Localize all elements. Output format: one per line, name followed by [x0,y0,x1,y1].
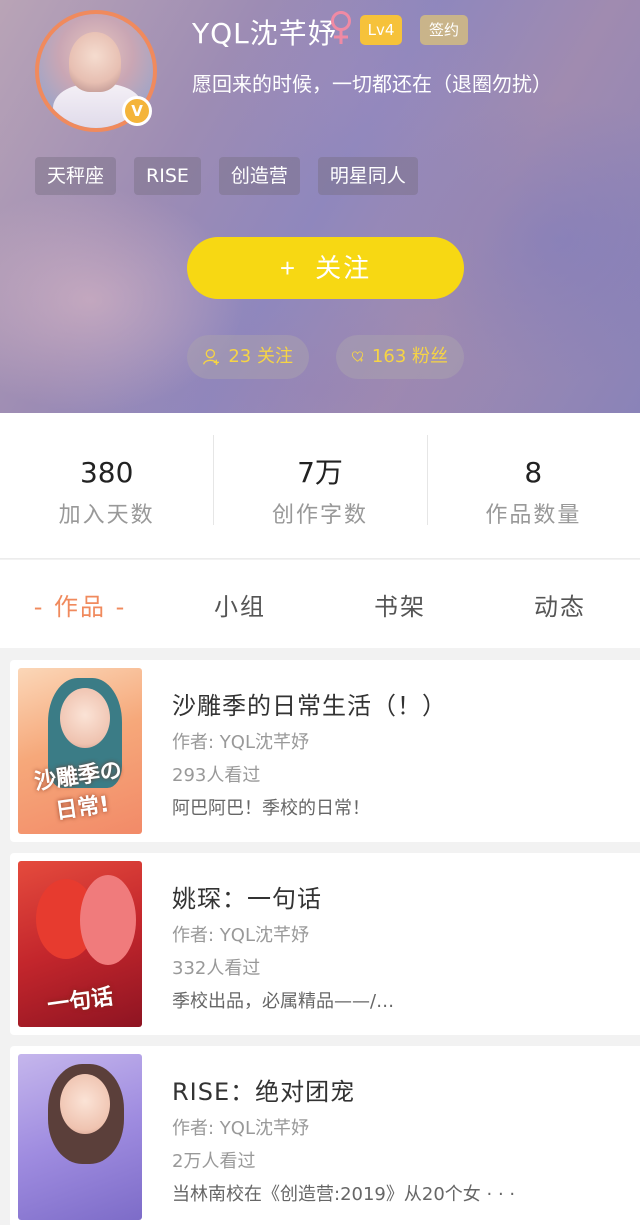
fans-count: 163 粉丝 [371,346,448,367]
level-badge: Lv4 [360,15,402,45]
tag-item[interactable]: 天秤座 [35,157,117,195]
tab-activity[interactable]: 动态 [480,587,640,622]
work-author: 作者: YQL沈芊妤 [172,732,309,753]
profile-tags: 天秤座 RISE 创造营 明星同人 [35,157,418,195]
work-description: 季校出品，必属精品——/… [172,991,395,1012]
cover-text: 沙雕季の日常! [32,758,124,825]
following-count-button[interactable]: 23 关注 [187,335,309,379]
fans-count-button[interactable]: 163 粉丝 [336,335,464,379]
cover-art [80,875,136,965]
tag-item[interactable]: 创造营 [218,157,300,195]
follow-label: 关注 [315,253,372,283]
profile-tabs: - 作品 - 小组 书架 动态 [0,560,640,648]
work-description: 当林南校在《创造营:2019》从20个女 · · · [172,1184,516,1205]
profile-header: V YQL沈芊妤 Lv4 签约 愿回来的时候，一切都还在（退圈勿扰） 天秤座 R… [0,0,640,413]
tab-bookshelf[interactable]: 书架 [320,587,480,622]
tag-item[interactable]: 明星同人 [317,157,418,195]
stat-value: 7万 [297,455,343,489]
works-list: 沙雕季の日常! 沙雕季的日常生活（！） 作者: YQL沈芊妤 293人看过 阿巴… [10,660,640,1225]
work-views: 293人看过 [172,765,261,786]
stats-bar: 380 加入天数 7万 创作字数 8 作品数量 [0,413,640,559]
work-title: 沙雕季的日常生活（！） [172,692,447,720]
stat-join-days: 380 加入天数 [0,443,213,529]
work-author: 作者: YQL沈芊妤 [172,1118,309,1139]
tab-works[interactable]: - 作品 - [0,587,160,622]
following-count: 23 关注 [228,346,293,367]
add-user-icon [203,348,220,366]
profile-bio: 愿回来的时候，一切都还在（退圈勿扰） [192,72,552,96]
stat-word-count: 7万 创作字数 [213,434,426,529]
cover-art [60,1074,110,1134]
work-views: 2万人看过 [172,1151,256,1172]
stat-label: 加入天数 [58,502,155,528]
work-description: 阿巴阿巴！季校的日常！ [172,798,370,819]
work-card[interactable]: RISE：绝对团宠 作者: YQL沈芊妤 2万人看过 当林南校在《创造营:201… [10,1046,640,1225]
work-cover: 沙雕季の日常! [18,668,142,834]
female-icon [331,11,351,44]
username: YQL沈芊妤 [192,17,337,50]
plus-icon: + [279,253,298,283]
work-author: 作者: YQL沈芊妤 [172,925,309,946]
tag-item[interactable]: RISE [134,157,201,195]
stat-value: 380 [79,455,134,489]
verified-badge-icon: V [122,96,152,126]
work-views: 332人看过 [172,958,261,979]
avatar-face-art [69,32,121,92]
work-card[interactable]: 沙雕季の日常! 沙雕季的日常生活（！） 作者: YQL沈芊妤 293人看过 阿巴… [10,660,640,842]
heart-add-icon [352,351,364,362]
work-title: RISE：绝对团宠 [172,1078,356,1106]
tab-groups[interactable]: 小组 [160,587,320,622]
work-cover [18,1054,142,1220]
cover-art [60,688,110,748]
stat-works-count: 8 作品数量 [426,434,640,529]
cover-text: 一句话 [45,984,115,1019]
signed-badge: 签约 [420,15,468,45]
stat-label: 作品数量 [485,502,582,528]
stat-label: 创作字数 [271,502,368,528]
work-title: 姚琛：一句话 [172,885,322,913]
stat-value: 8 [524,455,543,489]
work-cover: 一句话 [18,861,142,1027]
work-card[interactable]: 一句话 姚琛：一句话 作者: YQL沈芊妤 332人看过 季校出品，必属精品——… [10,853,640,1035]
follow-button[interactable]: + 关注 [187,237,464,299]
